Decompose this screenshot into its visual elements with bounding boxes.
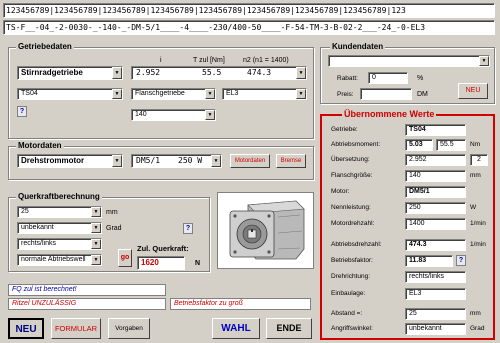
motor-select[interactable]: DM5/1 250 W ▼ — [131, 154, 222, 168]
col-n2-label: n2 (n1 = 1400) — [243, 57, 289, 64]
chevron-down-icon[interactable]: ▼ — [91, 223, 101, 233]
uw-abtriebsdrehzahl-label: Abtriebsdrehzahl: — [331, 241, 382, 248]
winkel-select[interactable]: unbekannt ▼ — [17, 222, 102, 234]
chevron-down-icon[interactable]: ▼ — [296, 67, 306, 79]
motor-type-select[interactable]: Drehstrommotor ▼ — [17, 154, 123, 168]
uw-motordrehzahl-label: Motordrehzahl: — [331, 220, 375, 227]
uw-nenn-unit: W — [470, 204, 477, 211]
uw-abstand-value: 25 — [405, 308, 466, 320]
uw-flansch-label: Flanschgröße: — [331, 172, 373, 179]
getriebe-type-select[interactable]: Stirnradgetriebe ▼ — [17, 66, 123, 80]
uw-einbaulage-label: Einbaulage: — [331, 290, 366, 297]
chevron-down-icon[interactable]: ▼ — [205, 89, 215, 99]
uw-uebersetzung-value: 2.952 — [405, 154, 466, 166]
chevron-down-icon[interactable]: ▼ — [479, 56, 489, 66]
zul-querkraft-label: Zul. Querkraft: — [137, 244, 189, 253]
uw-uebersetzung-value2: 2 — [470, 154, 488, 166]
einbaulage-select[interactable]: EL3 ▼ — [222, 88, 307, 100]
abstand-unit: mm — [106, 209, 118, 216]
chevron-down-icon[interactable]: ▼ — [112, 155, 122, 167]
abtriebswelle-select[interactable]: normale Abtriebswell ▼ — [17, 254, 102, 266]
uw-moment-label: Abtriebsmoment: — [331, 141, 381, 148]
chevron-down-icon[interactable]: ▼ — [296, 89, 306, 99]
uw-motordrehzahl-unit: 1/min — [470, 220, 486, 227]
size-select[interactable]: 140 ▼ — [131, 109, 216, 121]
uw-abstand-label: Abstand =: — [331, 310, 363, 317]
uw-flansch-value: 140 — [405, 170, 466, 182]
getriebe-help-button[interactable]: ? — [17, 106, 27, 117]
uw-nenn-label: Nennleistung: — [331, 204, 371, 211]
go-button[interactable]: go — [118, 249, 132, 267]
chevron-down-icon[interactable]: ▼ — [91, 207, 101, 217]
rabatt-label: Rabatt: — [337, 75, 358, 82]
flange-select[interactable]: Flanschgetriebe ▼ — [131, 88, 216, 100]
abstand-select[interactable]: 25 ▼ — [17, 206, 102, 218]
uw-moment-unit: Nm — [470, 141, 481, 148]
gearbox-illustration — [229, 200, 305, 260]
uw-abtriebsdrehzahl-value: 474.3 — [405, 239, 466, 251]
uw-motor-value: DM5/1 — [405, 186, 466, 198]
kunde-neu-button[interactable]: NEU — [458, 83, 488, 99]
chevron-down-icon[interactable]: ▼ — [112, 67, 122, 79]
bremse-button[interactable]: Bremse — [276, 154, 306, 168]
betriebsfaktor-help-button[interactable]: ? — [456, 255, 466, 266]
uw-abtriebsdrehzahl-unit: 1/min — [470, 241, 486, 248]
uw-motordrehzahl-value: 1400 — [405, 218, 466, 230]
col-i-label: i — [160, 57, 162, 64]
querkraft-help-button[interactable]: ? — [183, 223, 193, 234]
uw-betriebsfaktor-value: 11.83 — [405, 255, 453, 267]
preis-unit: DM — [417, 91, 428, 98]
gearbox-image — [217, 192, 314, 269]
querkraft-title: Querkraftberechnung — [16, 192, 102, 202]
preis-input[interactable] — [360, 88, 412, 100]
uw-moment-value2: 55.5 — [436, 139, 466, 151]
getriebedaten-title: Getriebedaten — [16, 42, 74, 52]
chevron-down-icon[interactable]: ▼ — [91, 255, 101, 265]
uw-getriebe-label: Getriebe: — [331, 126, 358, 133]
uw-drehrichtung-label: Drehrichtung: — [331, 273, 371, 280]
ruler-line: 123456789|123456789|123456789|123456789|… — [3, 3, 495, 18]
uw-flansch-unit: mm — [470, 172, 481, 179]
uw-abstand-unit: mm — [470, 310, 481, 317]
uw-drehrichtung-value: rechts/links — [405, 271, 466, 283]
uw-winkel-unit: Grad — [470, 325, 485, 332]
motordaten-button[interactable]: Motordaten — [230, 154, 270, 168]
uw-moment-value: 5.03 — [405, 139, 433, 151]
winkel-unit: Grad — [106, 225, 122, 232]
uw-einbaulage-value: EL3 — [405, 288, 466, 300]
type-code-field[interactable]: TS-F__-04_-2-0030-_-140-_-DM-5/1____-4__… — [3, 20, 495, 35]
kundendaten-title: Kundendaten — [330, 42, 386, 52]
motordaten-title: Motordaten — [16, 141, 64, 151]
col-t-label: T zul [Nm] — [193, 57, 225, 64]
neu-button[interactable]: NEU — [8, 318, 44, 339]
ratio-select[interactable]: 2.952 55.5 474.3 ▼ — [131, 66, 307, 80]
formular-button[interactable]: FORMULAR — [51, 318, 101, 339]
kunde-select[interactable]: ▼ — [328, 55, 490, 67]
chevron-down-icon[interactable]: ▼ — [211, 155, 221, 167]
zul-querkraft-value: 1620 — [137, 256, 185, 270]
uw-uebersetzung-label: Übersetzung: — [331, 156, 370, 163]
rabatt-unit: % — [417, 75, 424, 82]
chevron-down-icon[interactable]: ▼ — [205, 110, 215, 120]
drehrichtung-select[interactable]: rechts/links ▼ — [17, 238, 102, 250]
uw-winkel-label: Angriffswinkel: — [331, 325, 373, 332]
ende-button[interactable]: ENDE — [266, 318, 312, 339]
getriebe-series-select[interactable]: TS04 ▼ — [17, 88, 123, 100]
uw-motor-label: Motor: — [331, 188, 350, 195]
status-ritzel: Ritzel UNZULÄSSIG — [8, 298, 166, 310]
wahl-button[interactable]: WAHL — [212, 318, 260, 339]
rabatt-input[interactable]: 0 — [368, 72, 408, 84]
chevron-down-icon[interactable]: ▼ — [91, 239, 101, 249]
status-fq-berechnet: FQ zul ist berechnet! — [8, 284, 166, 296]
chevron-down-icon[interactable]: ▼ — [112, 89, 122, 99]
uw-betriebsfaktor-label: Betriebsfaktor: — [331, 257, 373, 264]
uw-winkel-value: unbekannt — [405, 323, 466, 335]
status-betriebsfaktor: Betriebsfaktor zu groß — [170, 298, 311, 310]
vorgaben-button[interactable]: Vorgaben — [108, 318, 150, 339]
uw-getriebe-value: TS04 — [405, 124, 466, 136]
uebernommene-werte-title: Übernommene Werte — [342, 109, 437, 119]
zul-querkraft-unit: N — [195, 260, 201, 267]
preis-label: Preis: — [337, 91, 354, 98]
uw-nenn-value: 250 — [405, 202, 466, 214]
